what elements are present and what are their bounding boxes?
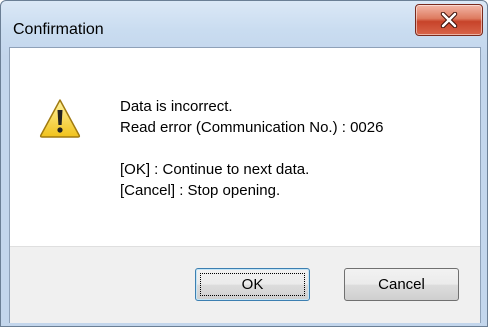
close-button[interactable] bbox=[415, 4, 483, 36]
ok-button-label: OK bbox=[241, 276, 264, 293]
message-line-1: Data is incorrect. bbox=[120, 98, 233, 115]
message-line-3: [OK] : Continue to next data. bbox=[120, 161, 310, 178]
button-bar: OK Cancel bbox=[10, 246, 480, 323]
message-line-4: [Cancel] : Stop opening. bbox=[120, 182, 281, 199]
message-line-2: Read error (Communication No.) : 0026 bbox=[120, 119, 384, 136]
message-text: Data is incorrect. Read error (Communica… bbox=[120, 96, 383, 201]
confirmation-dialog: Confirmation Data is incorrect. Read err… bbox=[0, 0, 488, 327]
ok-button[interactable]: OK bbox=[195, 268, 310, 301]
cancel-button[interactable]: Cancel bbox=[344, 268, 459, 301]
warning-icon bbox=[39, 98, 81, 138]
cancel-button-label: Cancel bbox=[378, 276, 425, 293]
close-icon bbox=[440, 12, 458, 28]
dialog-body: Data is incorrect. Read error (Communica… bbox=[9, 47, 481, 323]
window-title: Confirmation bbox=[13, 21, 104, 38]
message-area: Data is incorrect. Read error (Communica… bbox=[10, 48, 480, 246]
